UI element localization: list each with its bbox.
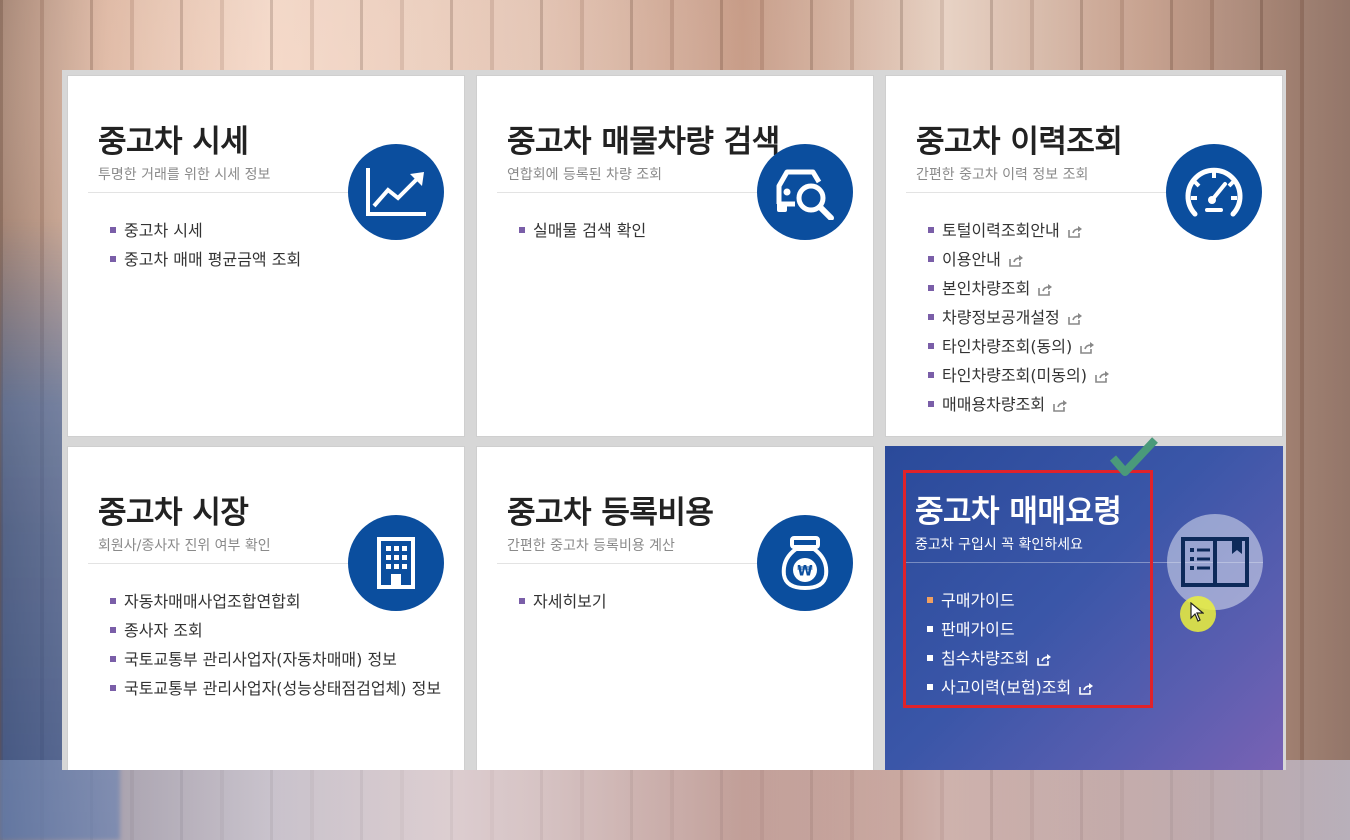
- link-item[interactable]: 자동차매매사업조합연합회: [110, 587, 442, 616]
- background-blur-bottom: [0, 760, 1350, 840]
- card-subtitle: 회원사/종사자 진위 여부 확인: [98, 538, 271, 554]
- link-item[interactable]: 토털이력조회안내: [928, 216, 1109, 245]
- link-item[interactable]: 타인차량조회(미동의): [928, 361, 1109, 390]
- speedometer-icon: [1166, 144, 1262, 240]
- external-link-icon: [1053, 399, 1068, 412]
- card-title: 중고차 매물차량 검색: [507, 124, 780, 160]
- svg-text:₩: ₩: [797, 564, 813, 580]
- link-item[interactable]: 타인차량조회(동의): [928, 332, 1109, 361]
- external-link-icon: [1067, 312, 1082, 325]
- external-link-icon: [1038, 283, 1053, 296]
- card-title: 중고차 시장: [98, 495, 249, 531]
- external-link-icon: [1009, 254, 1023, 267]
- link-item[interactable]: 본인차량조회: [928, 274, 1109, 303]
- link-item[interactable]: 이용안내: [928, 245, 1109, 274]
- checkmark-icon: [1109, 437, 1158, 476]
- card-link-list: 실매물 검색 확인: [519, 216, 646, 245]
- card-link-list: 자세히보기: [519, 587, 607, 616]
- card-subtitle: 간편한 중고차 이력 정보 조회: [916, 167, 1089, 183]
- card-link-list: 토털이력조회안내 이용안내 본인차량조회 차량정보공개설정 타인차량조회(동의)…: [928, 216, 1109, 419]
- link-item[interactable]: 중고차 매매 평균금액 조회: [110, 245, 301, 274]
- book-icon: [1167, 514, 1263, 610]
- chart-up-icon: [348, 144, 444, 240]
- card-listing-search: 중고차 매물차량 검색 연합회에 등록된 차량 조회 실매물 검색 확인: [476, 75, 874, 437]
- card-registration-cost: 중고차 등록비용 간편한 중고차 등록비용 계산 ₩ 자세히보기: [476, 446, 874, 770]
- link-item[interactable]: 매매용차량조회: [928, 390, 1109, 419]
- external-link-icon: [1095, 370, 1109, 383]
- service-grid: 중고차 시세 투명한 거래를 위한 시세 정보 중고차 시세 중고차 매매 평균…: [62, 70, 1286, 770]
- link-item[interactable]: 중고차 시세: [110, 216, 301, 245]
- link-item[interactable]: 자세히보기: [519, 587, 607, 616]
- card-trading-guide: 중고차 매매요령 중고차 구입시 꼭 확인하세요 구매가이드 판매가이드 침수차…: [885, 437, 1283, 770]
- card-subtitle: 간편한 중고차 등록비용 계산: [507, 538, 675, 554]
- card-link-list: 자동차매매사업조합연합회 종사자 조회 국토교통부 관리사업자(자동차매매) 정…: [110, 587, 442, 703]
- link-item[interactable]: 국토교통부 관리사업자(자동차매매) 정보: [110, 645, 402, 674]
- card-title: 중고차 이력조회: [916, 124, 1123, 160]
- card-market: 중고차 시장 회원사/종사자 진위 여부 확인 자동차매매사업조합연합회 종사자…: [67, 446, 465, 770]
- card-subtitle: 투명한 거래를 위한 시세 정보: [98, 167, 271, 183]
- card-title: 중고차 시세: [98, 124, 249, 160]
- card-link-list: 중고차 시세 중고차 매매 평균금액 조회: [110, 216, 301, 274]
- card-title: 중고차 등록비용: [507, 495, 714, 531]
- external-link-icon: [1067, 225, 1082, 238]
- link-item[interactable]: 차량정보공개설정: [928, 303, 1109, 332]
- card-subtitle: 연합회에 등록된 차량 조회: [507, 167, 663, 183]
- money-bag-won-icon: ₩: [757, 515, 853, 611]
- card-price: 중고차 시세 투명한 거래를 위한 시세 정보 중고차 시세 중고차 매매 평균…: [67, 75, 465, 437]
- mouse-cursor-icon: [1190, 602, 1204, 622]
- card-history: 중고차 이력조회 간편한 중고차 이력 정보 조회 토털이력조회안내 이용안내 …: [885, 75, 1283, 437]
- link-item[interactable]: 국토교통부 관리사업자(성능상태점검업체) 정보: [110, 674, 442, 703]
- highlight-annotation-box: [903, 470, 1153, 708]
- car-search-icon: [757, 144, 853, 240]
- external-link-icon: [1080, 341, 1095, 354]
- link-item[interactable]: 종사자 조회: [110, 616, 442, 645]
- link-item[interactable]: 실매물 검색 확인: [519, 216, 646, 245]
